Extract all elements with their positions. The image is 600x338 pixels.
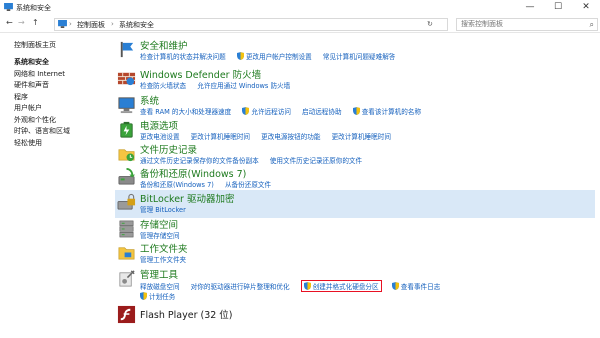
breadcrumb-separator: ›	[69, 20, 72, 28]
category-title[interactable]: Windows Defender 防火墙	[140, 67, 261, 81]
task-link[interactable]: 启动远程协助	[302, 108, 342, 116]
sidebar-item-programs[interactable]: 程序	[14, 92, 70, 104]
bitlocker-icon	[117, 193, 136, 210]
sidebar-item-user-accounts[interactable]: 用户帐户	[14, 103, 70, 115]
sidebar-item-hardware[interactable]: 硬件和声音	[14, 80, 70, 92]
refresh-icon[interactable]: ↻	[427, 20, 433, 28]
highlighted-task-link[interactable]: 创建并格式化硬盘分区	[300, 280, 382, 292]
task-link[interactable]: 常见计算机问题疑难解答	[323, 53, 396, 61]
category-links: 更改电池设置 更改计算机睡眠时间 更改电源按钮的功能 更改计算机睡眠时间	[140, 131, 400, 141]
task-link[interactable]: 管理存储空间	[140, 232, 180, 240]
sidebar-item-clock-region[interactable]: 时钟、语言和区域	[14, 126, 70, 138]
task-link[interactable]: 释放磁盘空间	[140, 283, 180, 291]
uac-shield-icon	[236, 52, 244, 60]
backup-icon	[118, 168, 136, 185]
file-history-icon	[118, 149, 135, 162]
work-folders-icon	[118, 247, 135, 260]
close-button[interactable]: ✕	[572, 0, 600, 15]
firewall-icon	[117, 72, 136, 86]
task-link[interactable]: 更改电源按钮的功能	[261, 133, 320, 141]
title-bar: 系统和安全 — ☐ ✕	[0, 0, 600, 15]
task-link[interactable]: 管理工作文件夹	[140, 256, 186, 264]
computer-icon	[118, 97, 135, 114]
category-title[interactable]: 安全和维护	[140, 38, 188, 52]
category-links: 管理工作文件夹	[140, 254, 195, 264]
category-title[interactable]: 工作文件夹	[140, 241, 188, 255]
sidebar-list: 系统和安全 网络和 Internet 硬件和声音 程序 用户帐户 外观和个性化 …	[14, 57, 70, 149]
task-link[interactable]: 查看该计算机的名称	[362, 108, 421, 116]
task-link[interactable]: 创建并格式化硬盘分区	[313, 283, 379, 291]
flag-icon	[120, 41, 134, 58]
address-bar: ← → ↑ › 控制面板 › 系统和安全 ↻ ⌕	[0, 15, 600, 33]
category-title[interactable]: 系统	[140, 93, 159, 107]
category-links: 备份和还原(Windows 7) 从备份还原文件	[140, 179, 280, 189]
uac-shield-icon	[391, 282, 399, 290]
category-links: 检查计算机的状态并解决问题 更改用户帐户控制设置 常见计算机问题疑难解答	[140, 51, 404, 61]
search-icon[interactable]: ⌕	[590, 20, 594, 30]
task-link[interactable]: 更改计算机睡眠时间	[332, 133, 391, 141]
uac-shield-icon	[352, 107, 360, 115]
flash-icon	[117, 305, 136, 324]
up-button[interactable]: ↑	[32, 18, 39, 27]
breadcrumb[interactable]: › 控制面板 › 系统和安全 ↻	[54, 18, 448, 31]
category-title[interactable]: 文件历史记录	[140, 142, 197, 156]
uac-shield-icon	[242, 107, 250, 115]
task-link[interactable]: 更改计算机睡眠时间	[191, 133, 250, 141]
search-input[interactable]	[457, 19, 579, 29]
task-link[interactable]: 对你的驱动器进行碎片整理和优化	[191, 283, 290, 291]
task-link[interactable]: 使用文件历史记录还原你的文件	[270, 157, 362, 165]
category-links: 检查防火墙状态 允许应用通过 Windows 防火墙	[140, 80, 299, 90]
task-link[interactable]: 允许应用通过 Windows 防火墙	[197, 82, 290, 90]
storage-icon	[119, 220, 134, 238]
task-link[interactable]: 查看 RAM 的大小和处理器速度	[140, 108, 231, 116]
task-link[interactable]: 计划任务	[149, 293, 175, 301]
task-link[interactable]: 从备份还原文件	[225, 181, 271, 189]
control-panel-icon	[58, 20, 67, 28]
forward-button[interactable]: →	[18, 18, 25, 27]
category-links: 释放磁盘空间 对你的驱动器进行碎片整理和优化 创建并格式化硬盘分区 查看事件日志	[140, 280, 440, 292]
category-title[interactable]: 备份和还原(Windows 7)	[140, 166, 246, 180]
category-title[interactable]: 电源选项	[140, 118, 178, 132]
task-link[interactable]: 允许远程访问	[251, 108, 291, 116]
uac-shield-icon	[140, 292, 147, 300]
category-links: 管理 BitLocker	[140, 204, 195, 214]
category-title[interactable]: Flash Player (32 位)	[140, 307, 233, 321]
category-links: 管理存储空间	[140, 230, 189, 240]
task-link[interactable]: 备份和还原(Windows 7)	[140, 181, 214, 189]
breadcrumb-separator: ›	[111, 20, 114, 28]
category-links-row2: 计划任务	[140, 291, 175, 301]
category-links: 通过文件历史记录保存你的文件备份副本 使用文件历史记录还原你的文件	[140, 155, 371, 165]
sidebar-item-appearance[interactable]: 外观和个性化	[14, 115, 70, 127]
task-link[interactable]: 更改用户帐户控制设置	[246, 53, 312, 61]
category-title[interactable]: BitLocker 驱动器加密	[140, 191, 234, 205]
search-box[interactable]: ⌕	[456, 18, 598, 31]
minimize-button[interactable]: —	[516, 0, 544, 15]
back-button[interactable]: ←	[6, 18, 13, 27]
uac-shield-icon	[303, 282, 311, 290]
sidebar-item-system-security[interactable]: 系统和安全	[14, 57, 70, 69]
maximize-button[interactable]: ☐	[544, 0, 572, 15]
category-title[interactable]: 存储空间	[140, 217, 178, 231]
category-links: 查看 RAM 的大小和处理器速度 允许远程访问 启动远程协助 查看该计算机的名称	[140, 106, 430, 116]
battery-icon	[120, 121, 133, 138]
task-link[interactable]: 通过文件历史记录保存你的文件备份副本	[140, 157, 259, 165]
control-panel-icon	[4, 3, 13, 11]
category-title[interactable]: 管理工具	[140, 267, 178, 281]
admin-tools-icon	[119, 270, 135, 287]
task-link[interactable]: 查看事件日志	[401, 283, 441, 291]
task-link[interactable]: 更改电池设置	[140, 133, 180, 141]
window-title: 系统和安全	[16, 4, 51, 12]
sidebar-item-network[interactable]: 网络和 Internet	[14, 69, 70, 81]
task-link[interactable]: 检查计算机的状态并解决问题	[140, 53, 226, 61]
sidebar-item-ease-of-access[interactable]: 轻松使用	[14, 138, 70, 150]
breadcrumb-system-security[interactable]: 系统和安全	[119, 20, 154, 30]
task-link[interactable]: 管理 BitLocker	[140, 206, 186, 214]
sidebar-home-link[interactable]: 控制面板主页	[14, 40, 56, 50]
breadcrumb-control-panel[interactable]: 控制面板	[77, 20, 105, 30]
task-link[interactable]: 检查防火墙状态	[140, 82, 186, 90]
